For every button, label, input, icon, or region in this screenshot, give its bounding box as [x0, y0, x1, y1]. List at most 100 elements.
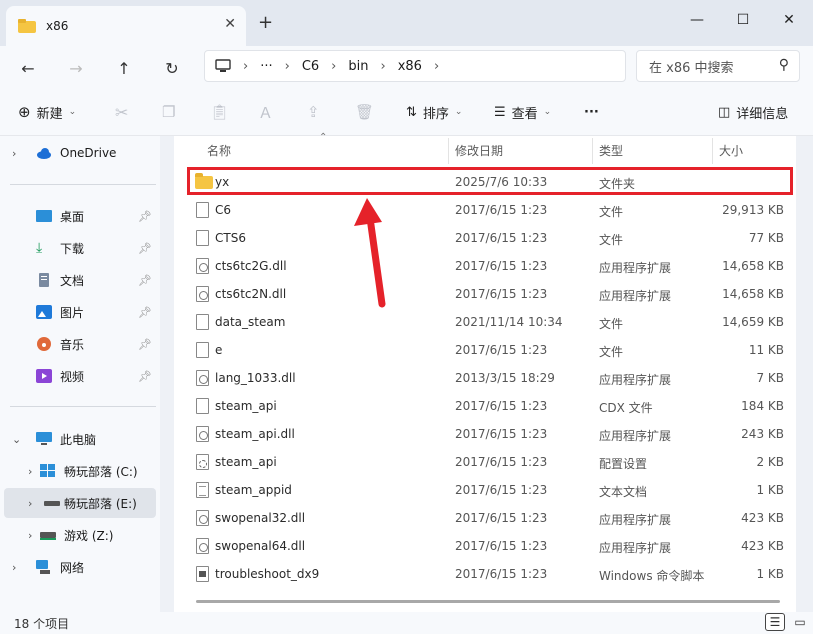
search-input[interactable]: 在 x86 中搜索 ⚲	[636, 50, 800, 82]
table-row[interactable]: troubleshoot_dx9 2017/6/15 1:23 Windows 命令…	[186, 560, 794, 588]
view-button[interactable]: ☰ 查看 ⌄	[494, 100, 551, 124]
column-header-name[interactable]: 名称	[207, 136, 231, 164]
column-separator[interactable]	[448, 138, 449, 164]
sidebar-item-music[interactable]: 音乐 📌︎	[4, 329, 156, 359]
table-row[interactable]: steam_api 2017/6/15 1:23 CDX 文件 184 KB	[186, 392, 794, 420]
table-row[interactable]: cts6tc2N.dll 2017/6/15 1:23 应用程序扩展 14,658 K…	[186, 280, 794, 308]
breadcrumb-c6[interactable]: C6	[302, 59, 319, 74]
document-icon	[39, 273, 49, 287]
file-type: 文件	[599, 345, 624, 359]
file-size: 243 KB	[741, 427, 784, 441]
sidebar-item-drive-c[interactable]: › 畅玩部落 (C:)	[20, 456, 156, 486]
sidebar-item-onedrive[interactable]: › OneDrive	[4, 138, 156, 168]
computer-icon	[36, 432, 52, 445]
chevron-right-icon: ›	[28, 464, 33, 478]
sidebar-item-this-pc[interactable]: ⌄ 此电脑	[4, 424, 156, 454]
rename-icon[interactable]: Ａ	[258, 100, 273, 124]
table-row[interactable]: steam_appid 2017/6/15 1:23 文本文档 1 KB	[186, 476, 794, 504]
details-view-button[interactable]: ☰	[765, 613, 785, 631]
horizontal-scrollbar[interactable]	[196, 600, 780, 603]
highlight-box	[187, 167, 793, 195]
status-bar: 18 个项目	[0, 612, 813, 634]
breadcrumb-bin[interactable]: bin	[348, 59, 368, 74]
forward-button[interactable]: →	[62, 54, 90, 82]
refresh-button[interactable]: ↻	[158, 54, 186, 82]
dll-file-icon	[196, 538, 209, 554]
sidebar-item-pictures[interactable]: 图片 📌︎	[4, 297, 156, 327]
file-date: 2017/6/15 1:23	[455, 231, 548, 245]
chevron-right-icon: ›	[243, 58, 249, 74]
file-size: 7 KB	[756, 371, 784, 385]
file-size: 29,913 KB	[722, 203, 784, 217]
view-icon: ☰	[494, 104, 506, 120]
table-row[interactable]: steam_api.dll 2017/6/15 1:23 应用程序扩展 243 KB	[186, 420, 794, 448]
cut-icon[interactable]: ✂	[115, 100, 128, 124]
more-options-button[interactable]: ···	[584, 100, 599, 124]
file-size: 2 KB	[756, 455, 784, 469]
column-separator[interactable]	[712, 138, 713, 164]
sidebar-label: 畅玩部落 (C:)	[64, 464, 138, 479]
maximize-button[interactable]: ☐	[720, 6, 766, 34]
sidebar-item-drive-z[interactable]: › 游戏 (Z:)	[20, 520, 156, 550]
address-bar[interactable]: › ··· › C6 › bin › x86 ›	[204, 50, 626, 82]
dll-file-icon	[196, 370, 209, 386]
table-row[interactable]: swopenal64.dll 2017/6/15 1:23 应用程序扩展 423 KB	[186, 532, 794, 560]
view-label: 查看	[511, 106, 538, 122]
table-row[interactable]: e 2017/6/15 1:23 文件 11 KB	[186, 336, 794, 364]
file-date: 2017/6/15 1:23	[455, 539, 548, 553]
chevron-right-icon: ›	[28, 496, 33, 510]
sidebar-item-videos[interactable]: 视频 📌︎	[4, 361, 156, 391]
sidebar-label: OneDrive	[60, 146, 117, 160]
column-separator[interactable]	[592, 138, 593, 164]
table-row[interactable]: steam_api 2017/6/15 1:23 配置设置 2 KB	[186, 448, 794, 476]
close-window-button[interactable]: ✕	[766, 6, 812, 34]
sidebar-item-downloads[interactable]: ⤓ 下载 📌︎	[4, 233, 156, 263]
minimize-button[interactable]: —	[674, 6, 720, 34]
file-type: 应用程序扩展	[599, 541, 672, 555]
sidebar-item-documents[interactable]: 文档 📌︎	[4, 265, 156, 295]
new-button[interactable]: ⊕ 新建 ⌄	[18, 100, 76, 124]
sidebar-item-network[interactable]: › 网络	[4, 552, 156, 582]
table-row[interactable]: lang_1033.dll 2013/3/15 18:29 应用程序扩展 7 KB	[186, 364, 794, 392]
file-type: 应用程序扩展	[599, 289, 672, 303]
video-icon	[36, 369, 52, 383]
column-header-size[interactable]: 大小	[719, 136, 743, 164]
chevron-down-icon: ⌄	[12, 432, 22, 446]
details-pane-button[interactable]: ◫ 详细信息	[718, 100, 788, 124]
navigation-pane: › OneDrive 桌面 📌︎ ⤓ 下载 📌︎ 文档 📌︎ 图片 📌︎ 音乐 …	[0, 136, 160, 612]
sidebar-item-drive-e[interactable]: › 畅玩部落 (E:)	[4, 488, 156, 518]
file-date: 2017/6/15 1:23	[455, 455, 548, 469]
file-name: swopenal32.dll	[215, 511, 306, 525]
paste-icon[interactable]: 📋︎	[210, 100, 229, 124]
column-header-date[interactable]: 修改日期	[455, 136, 503, 164]
file-name: lang_1033.dll	[215, 371, 296, 385]
sort-button[interactable]: ⇅ 排序 ⌄	[406, 100, 462, 124]
up-button[interactable]: ↑	[110, 54, 138, 82]
table-row[interactable]: swopenal32.dll 2017/6/15 1:23 应用程序扩展 423 KB	[186, 504, 794, 532]
close-tab-icon[interactable]: ✕	[224, 16, 236, 32]
sidebar-item-desktop[interactable]: 桌面 📌︎	[4, 201, 156, 231]
table-row[interactable]: data_steam 2021/11/14 10:34 文件 14,659 KB	[186, 308, 794, 336]
pin-icon: 📌︎	[138, 209, 152, 223]
share-icon[interactable]: ⇪	[307, 100, 320, 124]
file-type: 应用程序扩展	[599, 373, 672, 387]
table-row[interactable]: C6 2017/6/15 1:23 文件 29,913 KB	[186, 196, 794, 224]
tab-x86[interactable]: x86 ✕	[6, 6, 246, 46]
column-header-type[interactable]: 类型	[599, 136, 623, 164]
delete-icon[interactable]: 🗑︎	[355, 100, 374, 124]
table-row[interactable]: cts6tc2G.dll 2017/6/15 1:23 应用程序扩展 14,658 K…	[186, 252, 794, 280]
chevron-down-icon: ⌄	[454, 107, 463, 117]
file-size: 423 KB	[741, 511, 784, 525]
sort-label: 排序	[422, 106, 449, 122]
table-row[interactable]: CTS6 2017/6/15 1:23 文件 77 KB	[186, 224, 794, 252]
breadcrumb-x86[interactable]: x86	[398, 59, 422, 74]
new-tab-button[interactable]: +	[258, 12, 273, 33]
copy-icon[interactable]: ❐	[162, 100, 175, 124]
file-size: 77 KB	[748, 231, 784, 245]
back-button[interactable]: ←	[14, 54, 42, 82]
breadcrumb-more[interactable]: ···	[260, 59, 272, 74]
file-name: C6	[215, 203, 232, 217]
tiles-view-button[interactable]: ▭	[790, 613, 810, 631]
search-placeholder: 在 x86 中搜索	[649, 60, 734, 76]
windows-drive-icon	[40, 464, 55, 477]
